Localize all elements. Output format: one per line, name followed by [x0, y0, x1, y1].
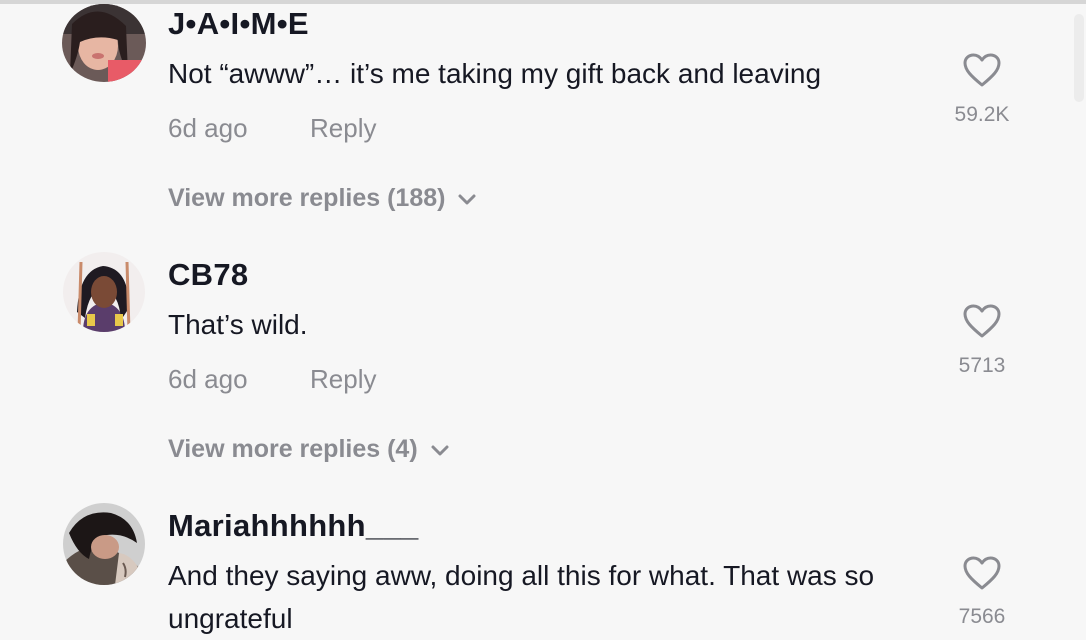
comment-username[interactable]: Mariahhhhhh___: [168, 508, 419, 544]
view-more-replies-label: View more replies (188): [168, 184, 446, 212]
top-divider: [0, 0, 1086, 4]
like-count: 7566: [958, 605, 1006, 628]
chevron-down-icon: [457, 185, 477, 214]
comment-username[interactable]: J•A•I•M•E: [168, 6, 309, 42]
like-count: 5713: [958, 354, 1006, 377]
heart-outline-icon[interactable]: [962, 52, 1002, 88]
comment-meta: 6d ago Reply: [168, 113, 376, 144]
scrollbar[interactable]: [1068, 6, 1086, 102]
avatar[interactable]: [62, 4, 146, 82]
comment-timestamp: 6d ago: [168, 113, 248, 143]
scrollbar-thumb[interactable]: [1074, 14, 1084, 102]
heart-outline-icon[interactable]: [962, 555, 1002, 591]
comment-text: And they saying aww, doing all this for …: [168, 560, 875, 634]
view-more-replies-button[interactable]: View more replies (188): [168, 184, 477, 214]
heart-outline-icon[interactable]: [962, 303, 1002, 339]
comment-meta: 6d ago Reply: [168, 364, 376, 395]
comment-username[interactable]: CB78: [168, 257, 248, 293]
avatar[interactable]: [63, 252, 145, 332]
view-more-replies-button[interactable]: View more replies (4): [168, 435, 450, 465]
comment-text: That’s wild.: [168, 309, 308, 340]
chevron-down-icon: [430, 436, 450, 465]
like-count: 59.2K: [954, 103, 1010, 126]
comment-timestamp: 6d ago: [168, 364, 248, 394]
avatar[interactable]: [63, 503, 145, 585]
reply-button[interactable]: Reply: [310, 113, 376, 144]
reply-button[interactable]: Reply: [310, 364, 376, 395]
comment-text: Not “awww”… it’s me taking my gift back …: [168, 58, 822, 89]
view-more-replies-label: View more replies (4): [168, 435, 418, 463]
